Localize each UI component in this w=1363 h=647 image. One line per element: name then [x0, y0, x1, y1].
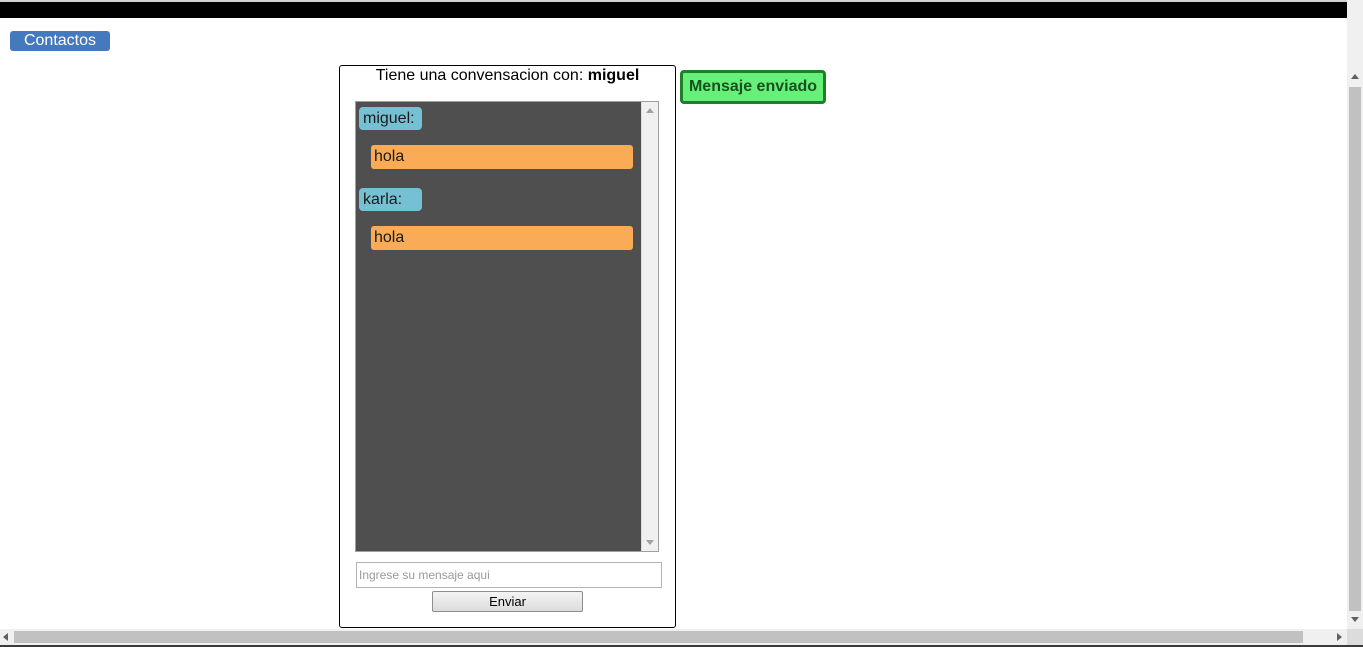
- scrollbar-corner: [1347, 629, 1363, 645]
- send-button[interactable]: Enviar: [432, 591, 583, 612]
- message-sender: karla:: [359, 188, 422, 211]
- message-sender: miguel:: [359, 107, 422, 130]
- chat-partner-name: miguel: [587, 67, 640, 84]
- chat-panel: Tiene una convensacion con: miguel migue…: [339, 65, 676, 628]
- message-sent-badge: Mensaje enviado: [680, 70, 826, 104]
- page-horizontal-scrollbar[interactable]: [0, 629, 1347, 645]
- messages-list[interactable]: miguel: hola karla: hola: [355, 101, 659, 552]
- contacts-button[interactable]: Contactos: [10, 31, 110, 51]
- message-text: hola: [371, 226, 633, 250]
- scroll-up-arrow-icon[interactable]: [1351, 74, 1359, 79]
- scroll-right-arrow-icon[interactable]: [1337, 633, 1342, 641]
- chat-title: Tiene una convensacion con: miguel: [340, 67, 675, 85]
- message-text: hola: [371, 145, 633, 169]
- messages-scrollbar[interactable]: [641, 102, 658, 551]
- page-vertical-scrollbar[interactable]: [1347, 0, 1363, 629]
- top-bar: [0, 0, 1347, 18]
- scroll-down-arrow-icon[interactable]: [1351, 617, 1359, 622]
- scroll-up-arrow-icon[interactable]: [646, 108, 654, 113]
- scroll-left-arrow-icon[interactable]: [3, 633, 8, 641]
- vertical-scroll-thumb[interactable]: [1349, 87, 1361, 611]
- chat-title-prefix: Tiene una convensacion con:: [375, 67, 584, 84]
- scroll-down-arrow-icon[interactable]: [646, 540, 654, 545]
- message-input[interactable]: [356, 562, 662, 588]
- page: Contactos Tiene una convensacion con: mi…: [0, 0, 1363, 647]
- horizontal-scroll-thumb[interactable]: [14, 631, 1303, 643]
